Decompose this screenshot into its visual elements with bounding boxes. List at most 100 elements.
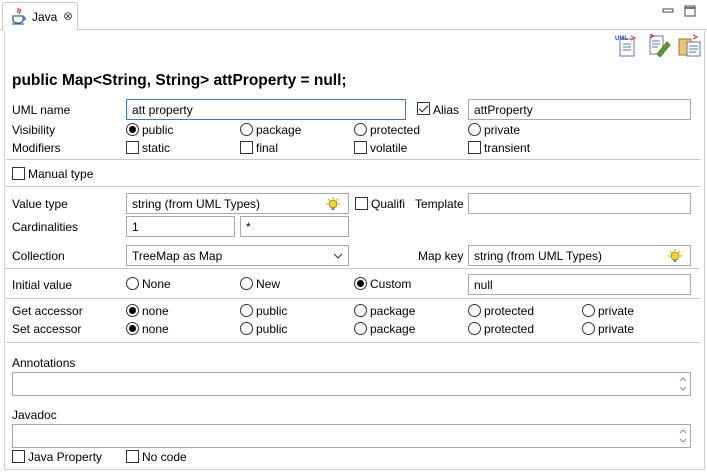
close-icon[interactable]: ⊗ [63,9,73,23]
no-code-checkbox[interactable] [126,450,139,463]
javadoc-label: Javadoc [12,408,57,422]
java-cup-icon [12,7,26,25]
value-type-label: Value type [12,197,68,211]
alias-label: Alias [433,103,460,117]
set-accessor-label: Set accessor [12,322,82,336]
qualifier-label: Qualifi [371,197,406,211]
lightbulb-icon[interactable] [325,197,341,211]
collection-value: TreeMap as Map [132,249,223,263]
get-accessor-protected-radio[interactable] [468,304,481,317]
maximize-icon[interactable] [684,5,696,17]
get-accessor-package-radio[interactable] [354,304,367,317]
separator [6,186,700,187]
alias-checkbox[interactable] [417,102,430,115]
tab-java-label: Java [32,10,58,24]
set-accessor-private-radio[interactable] [582,322,595,335]
separator [6,159,700,160]
visibility-label: Visibility [12,123,56,137]
set-accessor-none-radio[interactable] [126,322,139,335]
copy-paste-icon[interactable] [678,33,702,57]
template-input[interactable] [468,193,691,214]
edit-code-icon[interactable] [647,33,671,57]
get-accessor-private-label: private [598,304,635,318]
initial-custom-label: Custom [370,277,412,291]
initial-custom-radio[interactable] [354,277,367,290]
modifier-final-label: final [256,141,279,155]
no-code-label: No code [142,450,187,464]
set-accessor-package-label: package [370,322,416,336]
minimize-icon[interactable] [662,5,674,17]
map-key-label: Map key [418,249,464,263]
set-accessor-private-label: private [598,322,635,336]
value-type-input[interactable]: string (from UML Types) [126,193,349,214]
modifier-volatile-checkbox[interactable] [354,141,367,154]
cardinalities-label: Cardinalities [12,220,79,234]
modifiers-label: Modifiers [12,141,61,155]
java-property-checkbox[interactable] [12,450,25,463]
cardinality-lower-input[interactable]: 1 [126,216,235,237]
uml-name-label: UML name [12,103,71,117]
initial-new-radio[interactable] [240,277,253,290]
visibility-private-radio[interactable] [468,123,481,136]
modifier-static-checkbox[interactable] [126,141,139,154]
java-property-label: Java Property [28,450,103,464]
get-accessor-public-label: public [256,304,288,318]
separator [6,342,700,343]
collection-select[interactable]: TreeMap as Map [126,245,349,266]
map-key-input[interactable]: string (from UML Types) [468,245,691,266]
initial-none-radio[interactable] [126,277,139,290]
annotations-label: Annotations [12,356,76,370]
visibility-private-label: private [484,123,521,137]
modifier-final-checkbox[interactable] [240,141,253,154]
alias-input[interactable]: attProperty [468,99,691,120]
visibility-package-radio[interactable] [240,123,253,136]
manual-type-checkbox[interactable] [12,167,25,180]
editor-tab-bar: Java ⊗ [0,0,707,30]
modifier-volatile-label: volatile [370,141,408,155]
chevron-down-icon[interactable] [333,253,343,259]
uml-generate-icon[interactable]: UML [614,33,638,57]
initial-none-label: None [142,277,171,291]
get-accessor-protected-label: protected [484,304,535,318]
set-accessor-public-label: public [256,322,288,336]
visibility-protected-label: protected [370,123,421,137]
annotations-textarea[interactable] [12,372,691,396]
map-key-value: string (from UML Types) [474,249,603,263]
get-accessor-public-radio[interactable] [240,304,253,317]
modifier-static-label: static [142,141,171,155]
set-accessor-protected-radio[interactable] [468,322,481,335]
initial-value-label: Initial value [12,278,73,292]
separator [6,268,700,269]
modifier-transient-label: transient [484,141,531,155]
collection-label: Collection [12,249,65,263]
javadoc-textarea[interactable] [12,424,691,448]
set-accessor-protected-label: protected [484,322,535,336]
scroll-arrows-icon[interactable] [678,427,688,445]
modifier-transient-checkbox[interactable] [468,141,481,154]
template-label: Template [415,197,464,211]
separator [6,298,700,299]
set-accessor-public-radio[interactable] [240,322,253,335]
initial-new-label: New [256,277,281,291]
visibility-package-label: package [256,123,302,137]
set-accessor-none-label: none [142,322,169,336]
lightbulb-icon[interactable] [667,249,683,263]
svg-text:UML: UML [615,36,628,42]
get-accessor-none-radio[interactable] [126,304,139,317]
visibility-public-label: public [142,123,174,137]
get-accessor-none-label: none [142,304,169,318]
set-accessor-package-radio[interactable] [354,322,367,335]
get-accessor-label: Get accessor [12,304,83,318]
uml-name-input[interactable]: att property [126,99,406,120]
get-accessor-private-radio[interactable] [582,304,595,317]
cardinality-upper-input[interactable]: * [240,216,349,237]
scroll-arrows-icon[interactable] [678,375,688,393]
visibility-protected-radio[interactable] [354,123,367,136]
value-type-value: string (from UML Types) [132,197,261,211]
get-accessor-package-label: package [370,304,416,318]
visibility-public-radio[interactable] [126,123,139,136]
qualifier-checkbox[interactable] [355,197,368,210]
tab-java[interactable]: Java ⊗ [2,2,78,30]
declaration-preview: public Map<String, String> attProperty =… [12,72,347,89]
initial-value-input[interactable]: null [468,274,691,295]
